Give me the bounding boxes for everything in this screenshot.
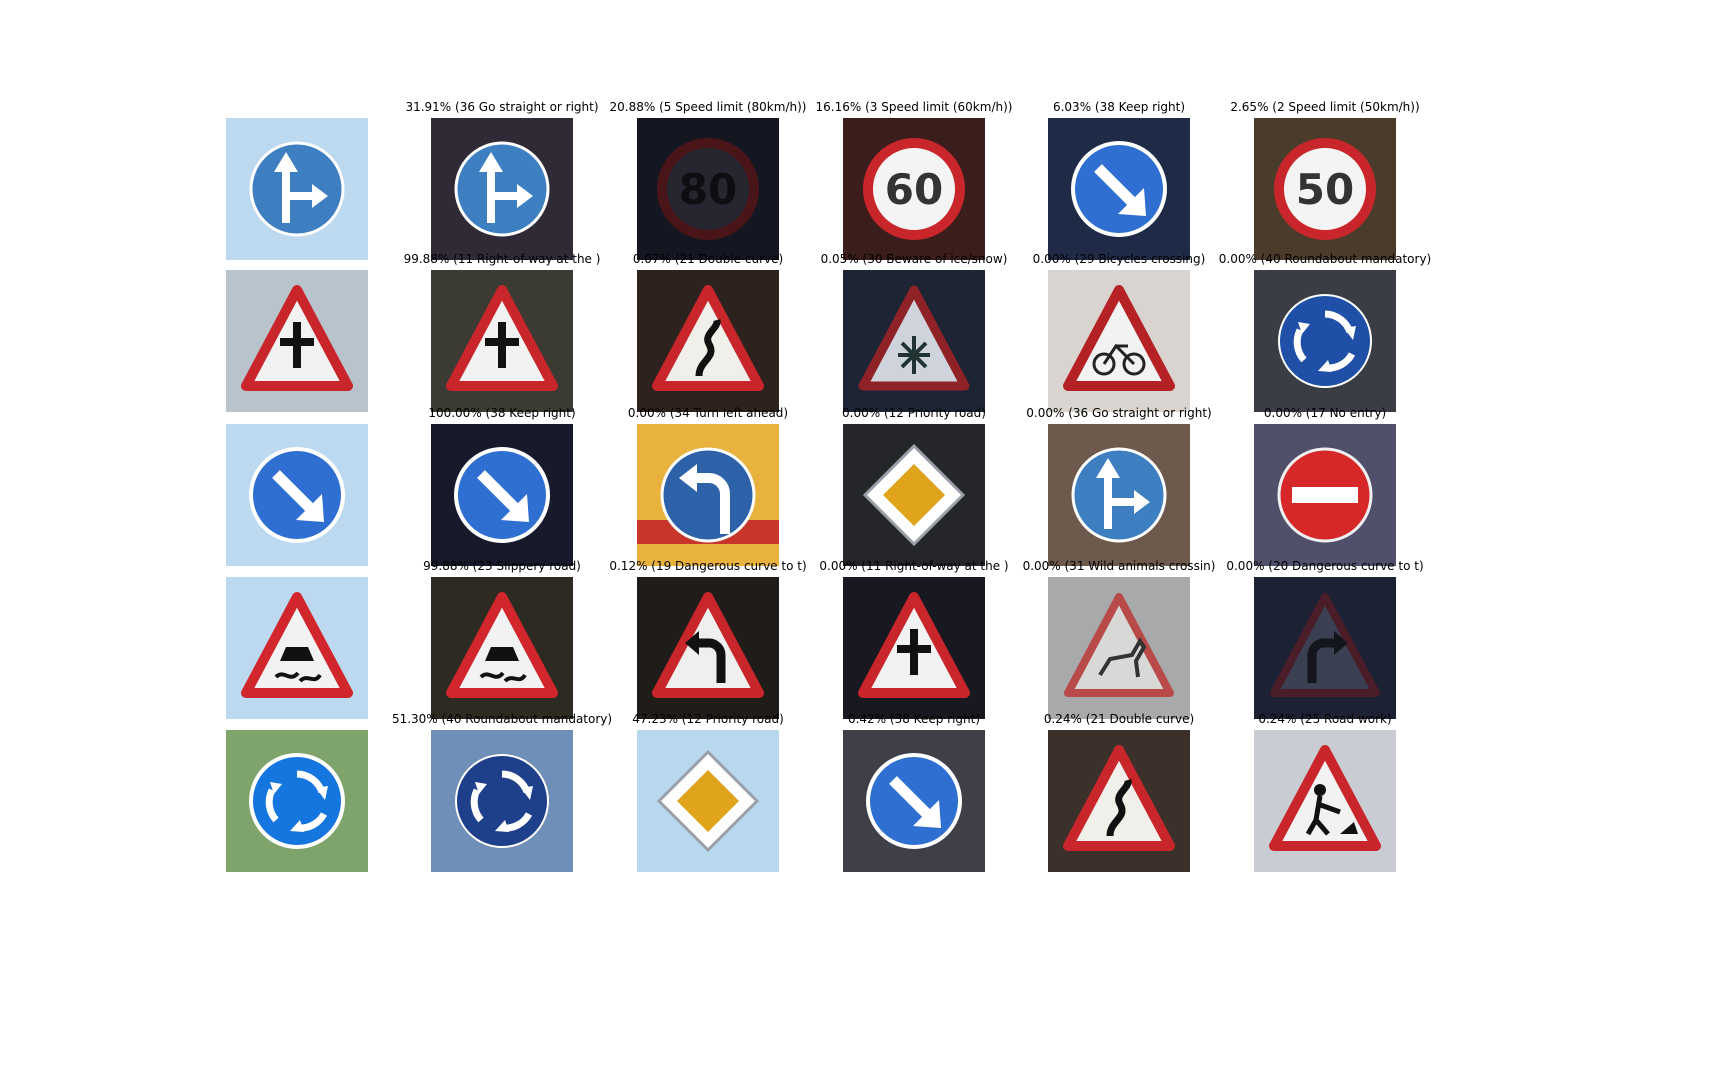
prediction-caption: 20.88% (5 Speed limit (80km/h)) xyxy=(609,100,807,114)
prediction-image xyxy=(1048,424,1190,566)
prediction-caption: 0.07% (21 Double curve) xyxy=(632,252,784,266)
prediction-caption: 0.00% (29 Bicycles crossing) xyxy=(1032,252,1206,266)
prediction-caption: 0.12% (19 Dangerous curve to t) xyxy=(609,559,807,573)
prediction-image xyxy=(1254,577,1396,719)
prediction-caption: 51.30% (40 Roundabout mandatory) xyxy=(391,712,613,726)
input-image-1 xyxy=(226,118,368,260)
prediction-grid: 31.91% (36 Go straight or right) 20.88% (… xyxy=(0,0,1728,1080)
prediction-image xyxy=(431,730,573,872)
prediction-image xyxy=(843,730,985,872)
prediction-caption: 0.00% (12 Priority road) xyxy=(842,406,986,420)
prediction-caption: 0.00% (31 Wild animals crossin) xyxy=(1022,559,1216,573)
input-image-5 xyxy=(226,730,368,872)
input-image-4 xyxy=(226,577,368,719)
prediction-caption: 0.00% (36 Go straight or right) xyxy=(1026,406,1212,420)
prediction-image: 60 xyxy=(843,118,985,260)
prediction-image xyxy=(637,270,779,412)
prediction-image xyxy=(431,424,573,566)
prediction-caption: 0.05% (30 Beware of ice/snow) xyxy=(820,252,1008,266)
prediction-caption: 0.00% (20 Dangerous curve to t) xyxy=(1226,559,1424,573)
prediction-image xyxy=(843,577,985,719)
prediction-image xyxy=(637,424,779,566)
prediction-image xyxy=(637,577,779,719)
prediction-caption: 16.16% (3 Speed limit (60km/h)) xyxy=(815,100,1013,114)
prediction-image xyxy=(637,730,779,872)
prediction-caption: 0.42% (38 Keep right) xyxy=(847,712,981,726)
prediction-caption: 2.65% (2 Speed limit (50km/h)) xyxy=(1230,100,1420,114)
prediction-caption: 0.24% (21 Double curve) xyxy=(1043,712,1195,726)
prediction-image xyxy=(1048,270,1190,412)
prediction-caption: 0.24% (25 Road work) xyxy=(1258,712,1392,726)
prediction-caption: 0.00% (17 No entry) xyxy=(1263,406,1387,420)
input-image-3 xyxy=(226,424,368,566)
prediction-image xyxy=(1048,118,1190,260)
prediction-image xyxy=(431,118,573,260)
prediction-image: 80 xyxy=(637,118,779,260)
svg-text:80: 80 xyxy=(679,165,737,214)
svg-text:50: 50 xyxy=(1296,165,1354,214)
prediction-caption: 31.91% (36 Go straight or right) xyxy=(405,100,599,114)
svg-text:60: 60 xyxy=(885,165,943,214)
prediction-caption: 99.88% (23 Slippery road) xyxy=(423,559,581,573)
prediction-caption: 100.00% (38 Keep right) xyxy=(428,406,576,420)
prediction-image: 50 xyxy=(1254,118,1396,260)
prediction-image xyxy=(843,424,985,566)
prediction-image xyxy=(1048,730,1190,872)
prediction-image xyxy=(431,577,573,719)
input-image-2 xyxy=(226,270,368,412)
prediction-image xyxy=(1048,577,1190,719)
prediction-caption: 0.00% (40 Roundabout mandatory) xyxy=(1218,252,1432,266)
prediction-image xyxy=(1254,424,1396,566)
prediction-caption: 0.00% (34 Turn left ahead) xyxy=(627,406,789,420)
prediction-image xyxy=(1254,730,1396,872)
prediction-image xyxy=(843,270,985,412)
prediction-caption: 99.88% (11 Right-of-way at the ) xyxy=(403,252,601,266)
prediction-caption: 0.00% (11 Right-of-way at the ) xyxy=(819,559,1009,573)
prediction-caption: 6.03% (38 Keep right) xyxy=(1052,100,1186,114)
prediction-image xyxy=(1254,270,1396,412)
prediction-image xyxy=(431,270,573,412)
prediction-caption: 47.23% (12 Priority road) xyxy=(632,712,784,726)
